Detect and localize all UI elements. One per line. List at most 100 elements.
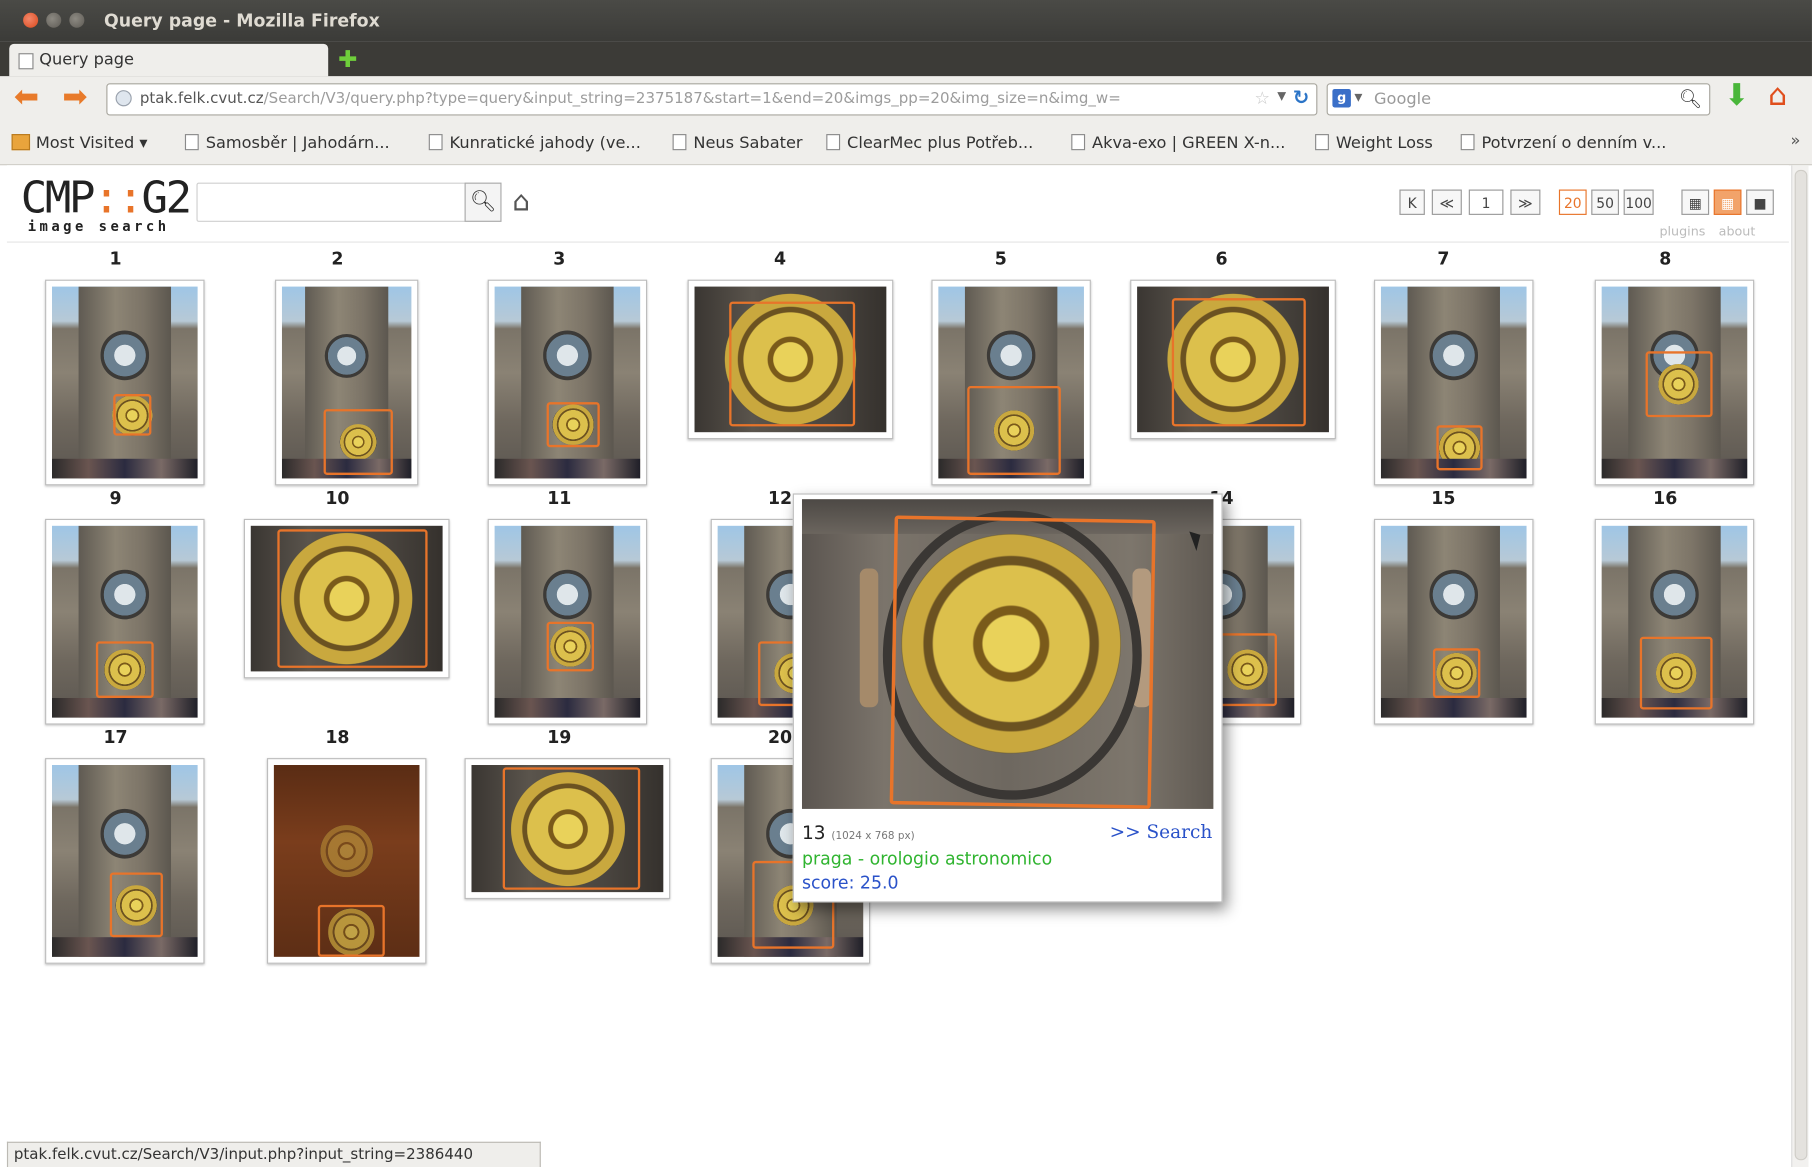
bookmark-star-icon[interactable]: ☆ bbox=[1254, 88, 1270, 109]
bookmark-item[interactable]: Neus Sabater bbox=[672, 134, 803, 153]
result-thumbnail[interactable] bbox=[275, 279, 419, 486]
minimize-window-button[interactable] bbox=[46, 12, 62, 28]
search-engine-placeholder: Google bbox=[1374, 90, 1432, 109]
tab-label: Query page bbox=[39, 50, 135, 70]
logo-subtitle: image search bbox=[27, 218, 170, 235]
thumbnail-image bbox=[1137, 286, 1329, 433]
tab-bar: Query page ✚ bbox=[0, 41, 1812, 77]
result-number: 19 bbox=[547, 726, 572, 748]
result-thumbnail[interactable] bbox=[487, 279, 648, 486]
page-number[interactable]: 1 bbox=[1468, 189, 1504, 215]
result-number: 4 bbox=[773, 248, 787, 270]
tab-query-page[interactable]: Query page bbox=[9, 43, 329, 77]
thumbnail-image bbox=[1380, 525, 1527, 718]
result-thumbnail[interactable] bbox=[487, 518, 648, 725]
per-page-50[interactable]: 50 bbox=[1591, 189, 1619, 215]
result-thumbnail[interactable] bbox=[1594, 518, 1755, 725]
bookmark-item[interactable]: Potvrzení o denním v... bbox=[1460, 134, 1666, 153]
history-dropdown-icon[interactable]: ▼ bbox=[1277, 90, 1286, 103]
result-thumbnail[interactable] bbox=[687, 279, 894, 440]
download-icon[interactable]: ⬇ bbox=[1724, 81, 1749, 111]
preview-image[interactable] bbox=[801, 499, 1214, 809]
reload-icon[interactable]: ↻ bbox=[1293, 87, 1309, 110]
plugins-about-links[interactable]: plugins about bbox=[1659, 224, 1755, 239]
preview-title[interactable]: praga - orologio astronomico bbox=[802, 848, 1052, 869]
result-number: 16 bbox=[1653, 487, 1678, 509]
result-thumbnail[interactable] bbox=[931, 279, 1091, 486]
new-tab-button[interactable]: ✚ bbox=[335, 47, 360, 70]
result-thumbnail[interactable] bbox=[1594, 279, 1755, 486]
query-search-button[interactable]: 🔍︎ bbox=[464, 182, 502, 222]
header-divider bbox=[6, 241, 1789, 243]
bookmark-item[interactable]: Akva-exo | GREEN X-n... bbox=[1071, 134, 1285, 153]
result-thumbnail[interactable] bbox=[464, 758, 671, 900]
bookmark-most-visited[interactable]: Most Visited ▾ bbox=[11, 134, 148, 153]
bookmark-item[interactable]: Weight Loss bbox=[1315, 134, 1433, 153]
bookmark-item[interactable]: ClearMec plus Potřeb... bbox=[826, 134, 1033, 153]
thumbnail-image bbox=[694, 286, 887, 433]
thumbnail-image bbox=[52, 765, 198, 957]
result-thumbnail[interactable] bbox=[266, 758, 427, 964]
bookmark-item[interactable]: Kunratické jahody (ve... bbox=[428, 134, 641, 153]
web-search-box[interactable]: g ▼ Google 🔍︎ bbox=[1326, 83, 1711, 116]
result-thumbnail[interactable] bbox=[45, 518, 205, 725]
match-bounding-box bbox=[547, 621, 594, 672]
result-number: 11 bbox=[547, 487, 572, 509]
next-page-button[interactable]: ≫ bbox=[1510, 189, 1541, 215]
google-icon[interactable]: g bbox=[1332, 88, 1351, 108]
result-thumbnail[interactable] bbox=[1130, 279, 1336, 440]
query-home-button[interactable]: ⌂ bbox=[504, 184, 539, 219]
match-bounding-box bbox=[1639, 637, 1713, 710]
page-icon bbox=[428, 134, 443, 151]
url-bar[interactable]: ptak.felk.cvut.cz/Search/V3/query.php?ty… bbox=[106, 83, 1318, 116]
result-thumbnail[interactable] bbox=[1374, 518, 1534, 725]
match-bounding-box bbox=[317, 905, 385, 957]
bookmarks-toolbar: Most Visited ▾ Samosběr | Jahodárn... Ku… bbox=[0, 122, 1812, 166]
back-arrow-icon[interactable]: ⬅ bbox=[14, 82, 39, 112]
result-thumbnail[interactable] bbox=[45, 758, 205, 964]
match-bounding-box bbox=[277, 528, 428, 669]
thumbnail-image bbox=[938, 286, 1084, 479]
scrollbar-thumb[interactable] bbox=[1794, 169, 1808, 1161]
thumbnail-image bbox=[1380, 286, 1527, 479]
match-bounding-box bbox=[967, 386, 1061, 475]
close-window-button[interactable] bbox=[23, 12, 39, 28]
small-grid-icon: ▦ bbox=[1688, 195, 1702, 212]
match-bounding-box bbox=[1218, 633, 1277, 707]
thumbnail-image bbox=[471, 765, 664, 893]
large-view-button[interactable]: ■ bbox=[1746, 189, 1774, 215]
navigation-toolbar: ⬅ ➡ ptak.felk.cvut.cz/Search/V3/query.ph… bbox=[0, 76, 1812, 123]
bookmarks-overflow-chevron[interactable]: » bbox=[1791, 132, 1801, 150]
medium-grid-view-button[interactable]: ▦ bbox=[1713, 189, 1742, 215]
window-title: Query page - Mozilla Firefox bbox=[104, 10, 380, 32]
search-icon[interactable]: 🔍︎ bbox=[1679, 88, 1702, 110]
prev-page-button[interactable]: ≪ bbox=[1431, 189, 1462, 215]
similar-search-link[interactable]: >> Search bbox=[1110, 820, 1213, 842]
result-number: 8 bbox=[1659, 248, 1672, 270]
cmp-g2-logo[interactable]: CMP::G2 image search bbox=[18, 172, 192, 235]
vertical-scrollbar[interactable] bbox=[1791, 165, 1809, 1167]
result-thumbnail[interactable] bbox=[1374, 279, 1534, 486]
status-url: ptak.felk.cvut.cz/Search/V3/input.php?in… bbox=[13, 1146, 474, 1164]
medium-grid-icon: ▦ bbox=[1721, 195, 1735, 212]
thumbnail-image bbox=[1601, 525, 1748, 718]
query-input[interactable] bbox=[196, 182, 467, 222]
bookmark-item[interactable]: Samosběr | Jahodárn... bbox=[184, 134, 390, 153]
first-page-button[interactable]: K bbox=[1399, 189, 1425, 215]
small-grid-view-button[interactable]: ▦ bbox=[1681, 189, 1710, 215]
status-bar: ptak.felk.cvut.cz/Search/V3/input.php?in… bbox=[6, 1141, 541, 1167]
home-icon[interactable]: ⌂ bbox=[1768, 81, 1787, 111]
maximize-window-button[interactable] bbox=[69, 12, 85, 28]
result-thumbnail[interactable] bbox=[45, 279, 205, 486]
per-page-100[interactable]: 100 bbox=[1623, 189, 1654, 215]
large-view-icon: ■ bbox=[1753, 195, 1767, 212]
thumbnail-image bbox=[52, 286, 198, 479]
result-thumbnail[interactable] bbox=[243, 518, 450, 679]
forward-arrow-icon[interactable]: ➡ bbox=[62, 82, 87, 112]
thumbnail-image bbox=[273, 765, 420, 957]
per-page-20[interactable]: 20 bbox=[1558, 189, 1587, 215]
result-number: 1 bbox=[109, 248, 122, 270]
engine-dropdown-icon[interactable]: ▼ bbox=[1354, 92, 1362, 104]
url-text[interactable]: ptak.felk.cvut.cz/Search/V3/query.php?ty… bbox=[140, 90, 1238, 107]
page-icon bbox=[1071, 134, 1086, 151]
